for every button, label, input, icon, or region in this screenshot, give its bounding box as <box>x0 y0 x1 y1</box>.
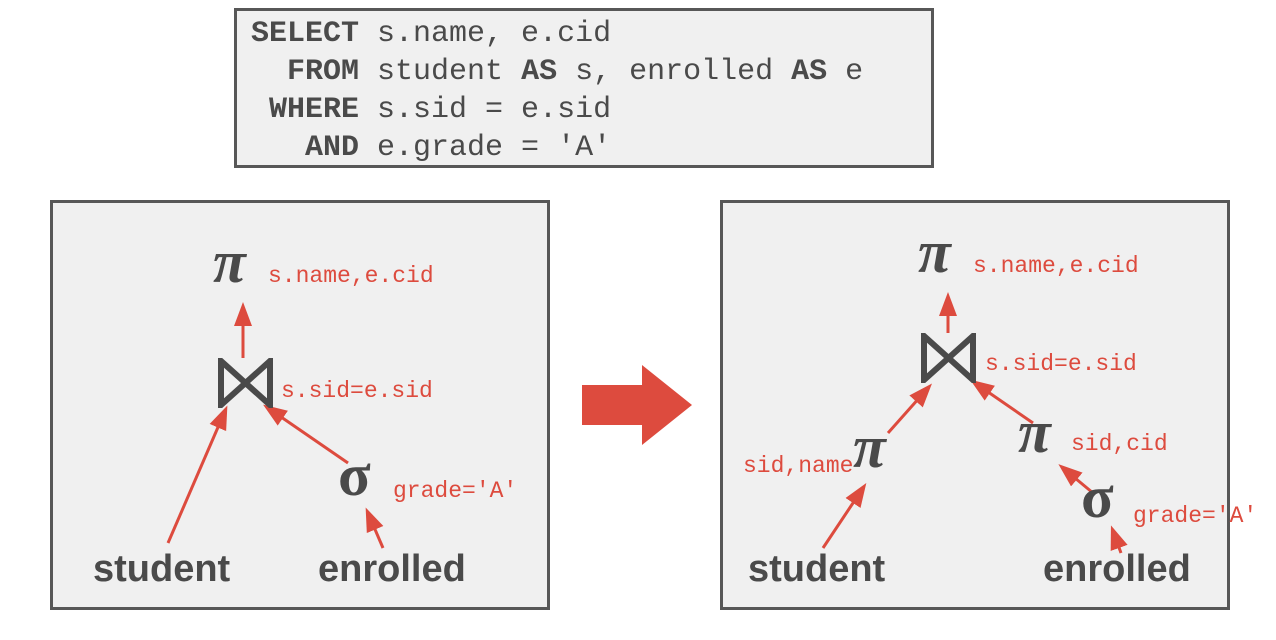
sigma-operator: σ <box>1081 463 1114 532</box>
relation-student: student <box>748 548 885 591</box>
kw-select: SELECT <box>251 17 359 51</box>
pi-right-subscript: sid,cid <box>1071 431 1168 457</box>
kw-as1: AS <box>521 55 557 89</box>
query-tree-original: π s.name,e.cid s.sid=e.sid σ grade='A' s… <box>50 200 550 610</box>
pi-left-subscript: sid,name <box>743 453 853 479</box>
join-operator <box>921 333 976 383</box>
relation-enrolled: enrolled <box>1043 548 1191 591</box>
join-subscript: s.sid=e.sid <box>985 351 1137 377</box>
pi-left-operator: π <box>853 413 886 482</box>
select-cols: s.name, e.cid <box>359 17 611 51</box>
sql-query-box: SELECT s.name, e.cid FROM student AS s, … <box>234 8 934 168</box>
join-subscript: s.sid=e.sid <box>281 378 433 404</box>
sigma-subscript: grade='A' <box>393 478 517 504</box>
transform-arrow-icon <box>582 360 692 450</box>
kw-from: FROM <box>287 55 359 89</box>
pi-right-operator: π <box>1018 398 1051 467</box>
pi-operator: π <box>213 228 246 297</box>
relation-enrolled: enrolled <box>318 548 466 591</box>
query-tree-optimized: π s.name,e.cid s.sid=e.sid π sid,name π … <box>720 200 1230 610</box>
kw-as2: AS <box>791 55 827 89</box>
and-clause: e.grade = 'A' <box>359 131 611 165</box>
sigma-subscript: grade='A' <box>1133 503 1257 529</box>
pi-subscript: s.name,e.cid <box>268 263 434 289</box>
from-alias2: e <box>827 55 863 89</box>
pi-top-subscript: s.name,e.cid <box>973 253 1139 279</box>
where-clause: s.sid = e.sid <box>359 93 611 127</box>
from-alias1: s, enrolled <box>557 55 791 89</box>
join-operator <box>218 358 273 408</box>
pi-top-operator: π <box>918 218 951 287</box>
from-rel1: student <box>359 55 521 89</box>
kw-and: AND <box>305 131 359 165</box>
sigma-operator: σ <box>338 441 371 510</box>
relation-student: student <box>93 548 230 591</box>
kw-where: WHERE <box>269 93 359 127</box>
